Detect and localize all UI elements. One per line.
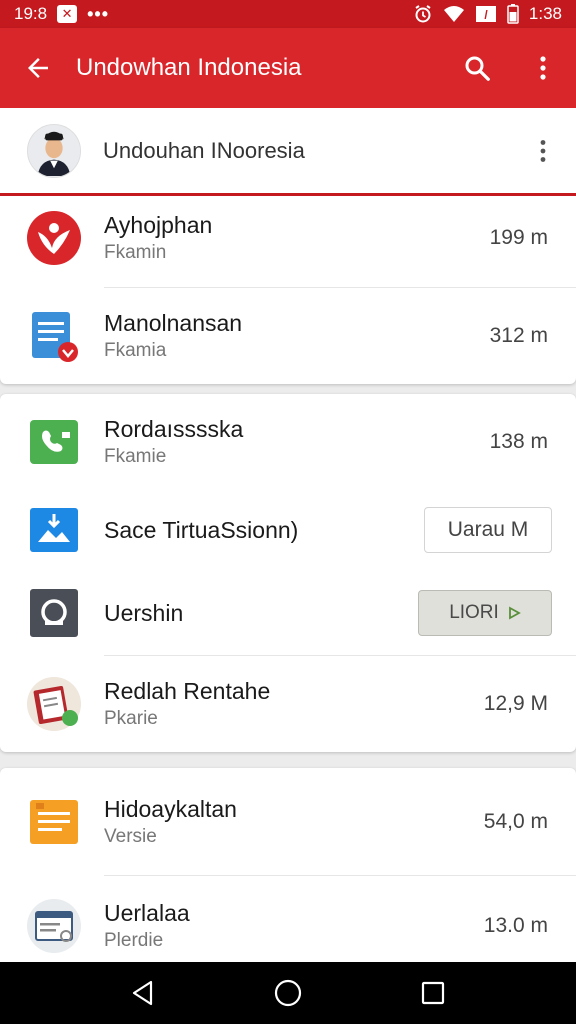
avatar (27, 123, 81, 178)
app-name: Uerlalaa (104, 900, 190, 926)
nav-home-button[interactable] (258, 962, 318, 1024)
play-arrow-icon (508, 606, 521, 620)
app-card: Hidoaykaltan Versie 54,0 m Uerlalaa Pler… (0, 768, 576, 962)
alarm-icon (413, 4, 433, 24)
arrow-back-icon (28, 58, 48, 78)
search-icon (465, 56, 490, 81)
app-name: Manolnansan (104, 310, 243, 336)
app-size: 312 m (489, 324, 548, 347)
app-size: 54,0 m (483, 810, 548, 833)
list-item[interactable]: Redlah Rentahe Pkarie 12,9 M (0, 656, 576, 752)
red-book-icon (26, 676, 82, 732)
orange-document-icon (26, 794, 82, 850)
x-notification-icon: ✕ (57, 5, 78, 23)
app-name: Rordaısssska (104, 416, 244, 442)
app-card: Ayhojphan Fkamin 199 m Manolnansan Fkami… (0, 196, 576, 384)
list-item[interactable]: Hidoaykaltan Versie 54,0 m (0, 768, 576, 876)
app-category: Fkamin (104, 242, 167, 263)
list-item[interactable]: Sace TirtuaSsionn) Uarau M (0, 490, 576, 570)
status-time-right: 1:38 (528, 4, 562, 23)
green-phone-icon (26, 414, 82, 470)
app-size: 13.0 m (483, 914, 548, 937)
app-name: Ayhojphan (104, 212, 213, 238)
app-category: Versie (104, 826, 157, 847)
nav-back-button[interactable] (113, 962, 173, 1024)
app-name: Sace TirtuaSsionn) (104, 517, 299, 543)
back-button[interactable] (0, 28, 76, 108)
open-button-label: LIORI (449, 602, 499, 623)
app-list: Ayhojphan Fkamin 199 m Manolnansan Fkami… (0, 196, 576, 962)
app-size: 12,9 M (483, 692, 548, 715)
triangle-back-icon (132, 980, 152, 1006)
app-category: Fkamie (104, 446, 167, 467)
app-bar: Undowhan Indonesia (0, 28, 576, 108)
app-category: Fkamia (104, 340, 167, 361)
blue-image-download-icon (26, 502, 82, 558)
list-item[interactable]: Uerlalaa Plerdie 13.0 m (0, 876, 576, 962)
status-time-left: 19:8 (14, 4, 48, 23)
search-button[interactable] (444, 28, 510, 108)
app-size: 138 m (489, 430, 548, 453)
circle-home-icon (274, 979, 302, 1007)
signal-icon: / (475, 5, 497, 23)
profile-row[interactable]: Undouhan INooresia (0, 108, 576, 196)
profile-menu-button[interactable] (510, 107, 576, 195)
list-item[interactable]: Uershin LIORI (0, 570, 576, 656)
app-card: Rordaısssska Fkamie 138 m Sace TirtuaSsi… (0, 394, 576, 752)
battery-icon (507, 4, 519, 24)
list-item[interactable]: Rordaısssska Fkamie 138 m (0, 394, 576, 490)
document-download-icon (26, 308, 82, 364)
square-recents-icon (422, 981, 445, 1005)
status-bar: 19:8 ✕ ••• / 1:38 (0, 0, 576, 28)
system-navigation-bar (0, 962, 576, 1024)
app-category: Plerdie (104, 930, 164, 951)
more-vert-icon (540, 56, 546, 80)
app-name: Uershin (104, 600, 184, 626)
update-button[interactable]: Uarau M (424, 507, 552, 553)
open-button[interactable]: LIORI (418, 590, 552, 636)
list-item[interactable]: Manolnansan Fkamia 312 m (0, 288, 576, 384)
browser-window-icon (26, 898, 82, 954)
app-name: Redlah Rentahe (104, 678, 271, 704)
nav-recents-button[interactable] (403, 962, 463, 1024)
app-title: Undowhan Indonesia (76, 54, 302, 81)
dark-app-icon (26, 585, 82, 641)
app-category: Pkarie (104, 708, 158, 729)
overflow-menu-button[interactable] (510, 28, 576, 108)
app-size: 199 m (489, 226, 548, 249)
person-avatar-icon (28, 124, 80, 176)
more-notifications-icon: ••• (87, 4, 109, 24)
red-bird-logo-icon (26, 210, 82, 266)
more-vert-icon (540, 139, 546, 162)
profile-name: Undouhan INooresia (103, 137, 305, 163)
list-item[interactable]: Ayhojphan Fkamin 199 m (0, 196, 576, 288)
app-name: Hidoaykaltan (104, 796, 237, 822)
wifi-icon (443, 5, 465, 23)
